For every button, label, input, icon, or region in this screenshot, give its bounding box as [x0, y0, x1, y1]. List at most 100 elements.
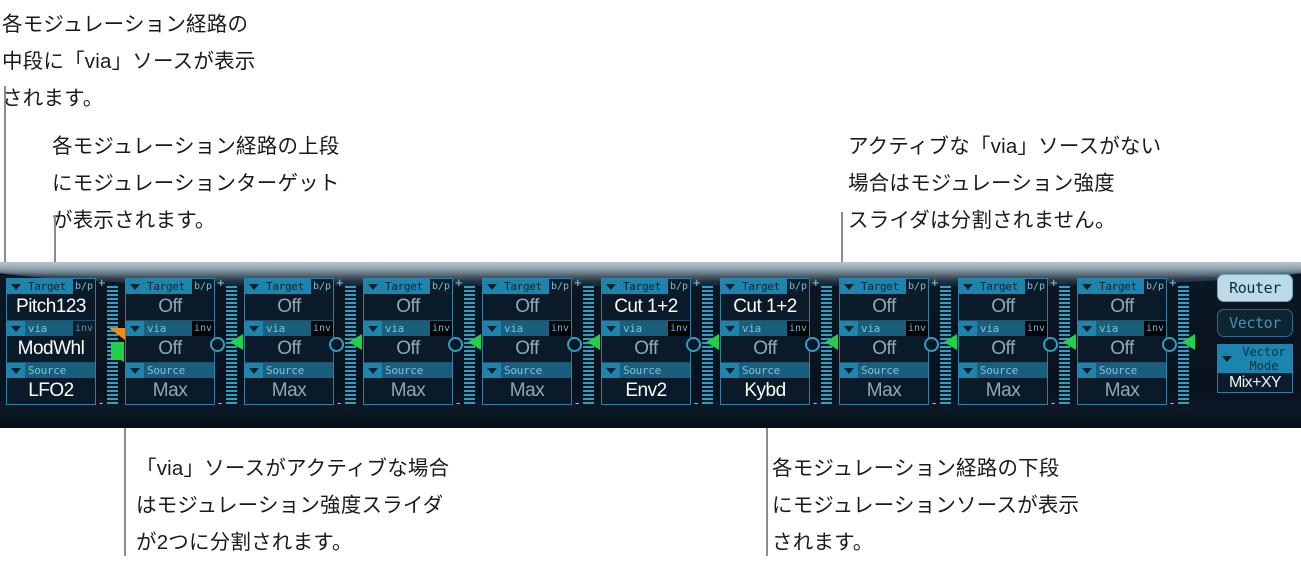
chevron-down-icon[interactable]: [840, 363, 858, 378]
via-value[interactable]: Off: [721, 336, 809, 362]
source-row-header[interactable]: Source: [364, 363, 452, 378]
bypass-toggle[interactable]: b/p: [72, 279, 95, 294]
bypass-toggle[interactable]: b/p: [1024, 279, 1047, 294]
source-value[interactable]: Env2: [602, 378, 690, 404]
invert-toggle[interactable]: inv: [548, 321, 571, 336]
chevron-down-icon[interactable]: [721, 363, 739, 378]
target-value[interactable]: Off: [1078, 294, 1166, 320]
slider-handle[interactable]: [230, 334, 243, 350]
slider-handle[interactable]: [1182, 334, 1195, 350]
chevron-down-icon[interactable]: [602, 279, 620, 294]
chevron-down-icon[interactable]: [364, 279, 382, 294]
target-row-header[interactable]: Target b/p: [721, 279, 809, 294]
via-value[interactable]: Off: [364, 336, 452, 362]
source-row-header[interactable]: Source: [1078, 363, 1166, 378]
bypass-toggle[interactable]: b/p: [191, 279, 214, 294]
chevron-down-icon[interactable]: [364, 321, 382, 336]
source-row-header[interactable]: Source: [721, 363, 809, 378]
slider-handle-lower[interactable]: [111, 346, 124, 362]
source-row-header[interactable]: Source: [7, 363, 95, 378]
chevron-down-icon[interactable]: [483, 279, 501, 294]
chevron-down-icon[interactable]: [7, 279, 25, 294]
slider-knob[interactable]: [567, 337, 582, 352]
target-row-header[interactable]: Target b/p: [1078, 279, 1166, 294]
chevron-down-icon[interactable]: [721, 279, 739, 294]
via-value[interactable]: Off: [483, 336, 571, 362]
invert-toggle[interactable]: inv: [667, 321, 690, 336]
slider-handle[interactable]: [587, 334, 600, 350]
modulation-intensity-slider[interactable]: + -: [805, 276, 839, 409]
slider-knob[interactable]: [1162, 337, 1177, 352]
source-row-header[interactable]: Source: [959, 363, 1047, 378]
chevron-down-icon[interactable]: [840, 279, 858, 294]
bypass-toggle[interactable]: b/p: [667, 279, 690, 294]
via-row-header[interactable]: via inv: [840, 321, 928, 336]
invert-toggle[interactable]: inv: [786, 321, 809, 336]
via-value[interactable]: Off: [602, 336, 690, 362]
source-value[interactable]: Max: [483, 378, 571, 404]
slider-knob[interactable]: [448, 337, 463, 352]
via-value[interactable]: Off: [245, 336, 333, 362]
chevron-down-icon[interactable]: [1078, 363, 1096, 378]
chevron-down-icon[interactable]: [7, 363, 25, 378]
invert-toggle[interactable]: inv: [1143, 321, 1166, 336]
chevron-down-icon[interactable]: [959, 279, 977, 294]
target-value[interactable]: Off: [483, 294, 571, 320]
vector-mode-header[interactable]: Vector Mode: [1218, 345, 1292, 373]
bypass-toggle[interactable]: b/p: [429, 279, 452, 294]
modulation-intensity-slider[interactable]: + -: [924, 276, 958, 409]
via-value[interactable]: Off: [959, 336, 1047, 362]
modulation-intensity-slider[interactable]: + -: [448, 276, 482, 409]
slider-knob[interactable]: [210, 337, 225, 352]
slider-handle[interactable]: [349, 334, 362, 350]
chevron-down-icon[interactable]: [483, 321, 501, 336]
modulation-intensity-slider[interactable]: + -: [567, 276, 601, 409]
chevron-down-icon[interactable]: [602, 363, 620, 378]
invert-toggle[interactable]: inv: [429, 321, 452, 336]
invert-toggle[interactable]: inv: [72, 321, 95, 336]
source-value[interactable]: Max: [1078, 378, 1166, 404]
via-row-header[interactable]: via inv: [126, 321, 214, 336]
target-value[interactable]: Off: [126, 294, 214, 320]
target-value[interactable]: Off: [364, 294, 452, 320]
target-row-header[interactable]: Target b/p: [840, 279, 928, 294]
target-row-header[interactable]: Target b/p: [602, 279, 690, 294]
source-value[interactable]: LFO2: [7, 378, 95, 404]
slider-handle-upper[interactable]: [109, 328, 125, 340]
vector-mode-selector[interactable]: Vector Mode Mix+XY: [1217, 344, 1293, 393]
chevron-down-icon[interactable]: [721, 321, 739, 336]
target-row-header[interactable]: Target b/p: [245, 279, 333, 294]
slider-knob[interactable]: [329, 337, 344, 352]
invert-toggle[interactable]: inv: [191, 321, 214, 336]
target-value[interactable]: Off: [245, 294, 333, 320]
chevron-down-icon[interactable]: [245, 321, 263, 336]
chevron-down-icon[interactable]: [1078, 321, 1096, 336]
target-value[interactable]: Cut 1+2: [721, 294, 809, 320]
chevron-down-icon[interactable]: [245, 363, 263, 378]
via-row-header[interactable]: via inv: [1078, 321, 1166, 336]
source-row-header[interactable]: Source: [126, 363, 214, 378]
chevron-down-icon[interactable]: [126, 363, 144, 378]
target-row-header[interactable]: Target b/p: [7, 279, 95, 294]
chevron-down-icon[interactable]: [483, 363, 501, 378]
source-value[interactable]: Max: [959, 378, 1047, 404]
chevron-down-icon[interactable]: [126, 279, 144, 294]
target-value[interactable]: Pitch123: [7, 294, 95, 320]
modulation-intensity-slider[interactable]: + -: [686, 276, 720, 409]
chevron-down-icon[interactable]: [245, 279, 263, 294]
chevron-down-icon[interactable]: [602, 321, 620, 336]
via-row-header[interactable]: via inv: [7, 321, 95, 336]
target-row-header[interactable]: Target b/p: [483, 279, 571, 294]
chevron-down-icon[interactable]: [364, 363, 382, 378]
slider-handle[interactable]: [706, 334, 719, 350]
slider-knob[interactable]: [1043, 337, 1058, 352]
slider-knob[interactable]: [686, 337, 701, 352]
slider-handle[interactable]: [1063, 334, 1076, 350]
target-value[interactable]: Cut 1+2: [602, 294, 690, 320]
modulation-intensity-slider[interactable]: + -: [97, 276, 125, 409]
slider-knob[interactable]: [805, 337, 820, 352]
via-row-header[interactable]: via inv: [602, 321, 690, 336]
source-row-header[interactable]: Source: [483, 363, 571, 378]
source-value[interactable]: Kybd: [721, 378, 809, 404]
invert-toggle[interactable]: inv: [1024, 321, 1047, 336]
